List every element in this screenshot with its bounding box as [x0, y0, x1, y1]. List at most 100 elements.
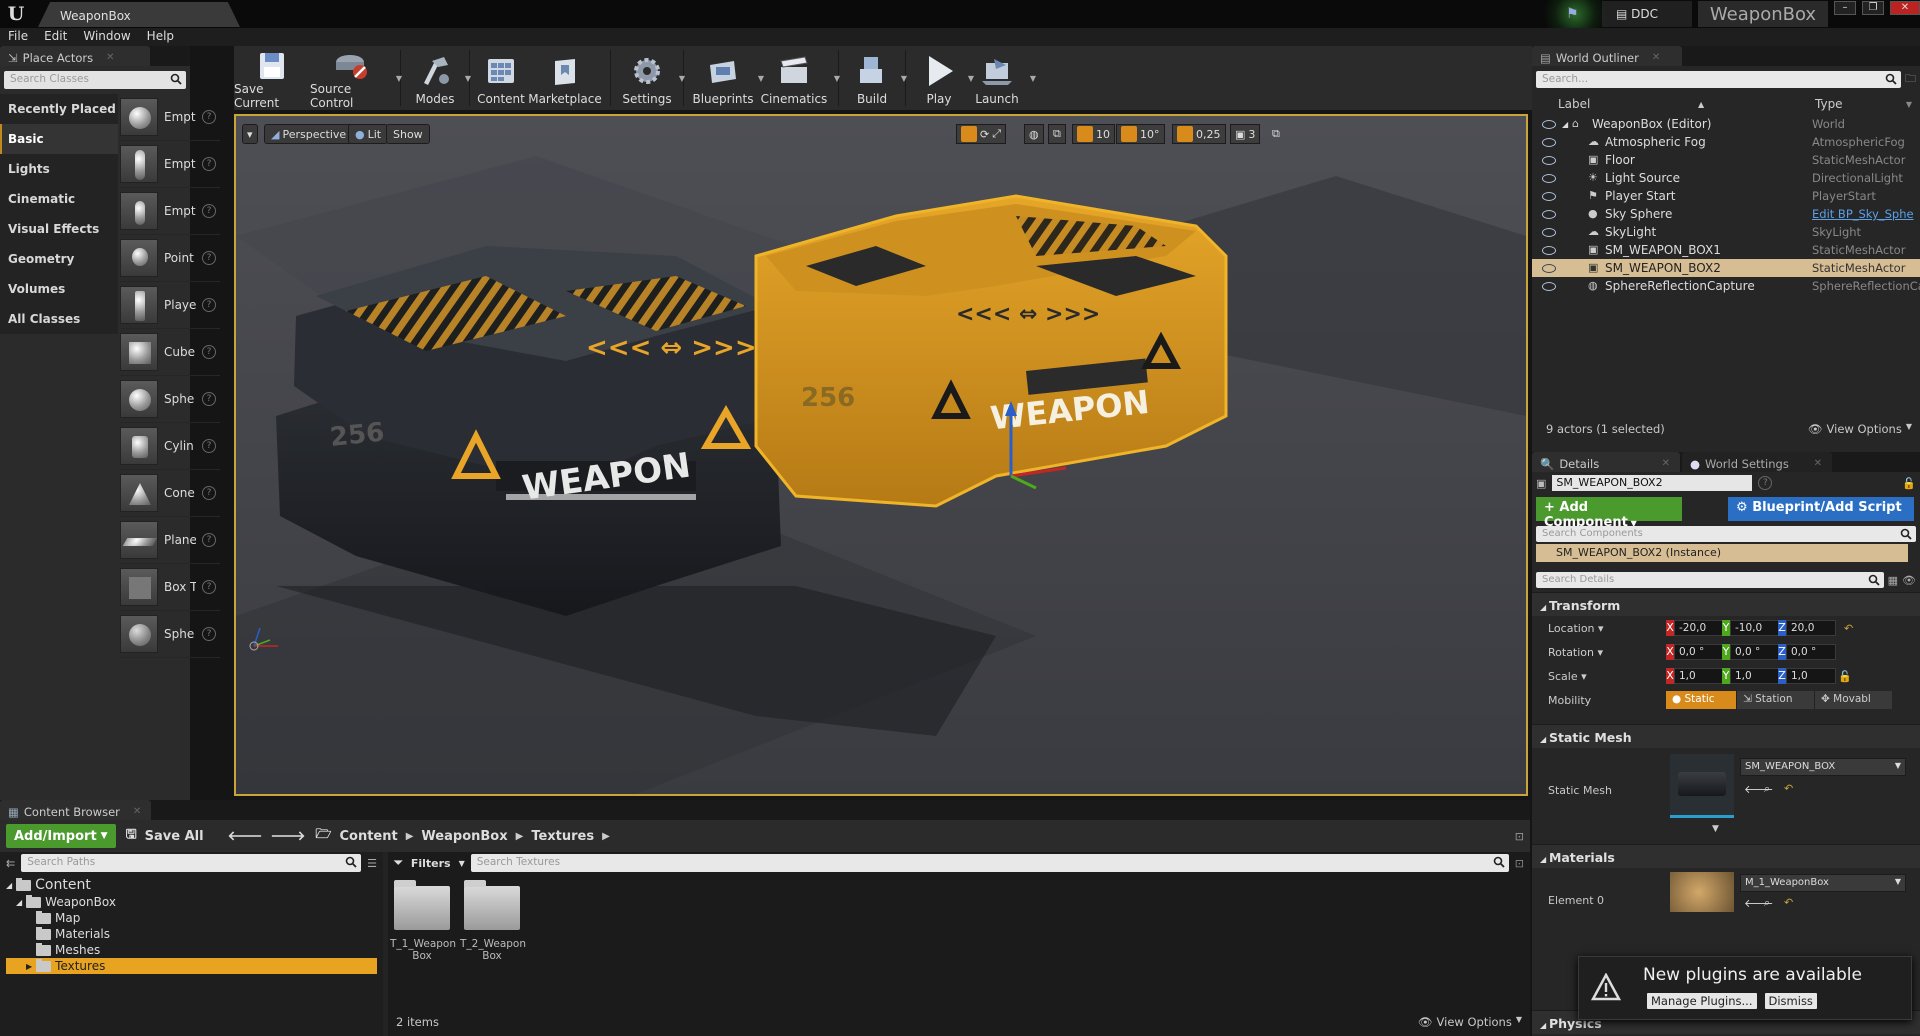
rotation-snap-value[interactable]: 10° [1140, 128, 1160, 141]
lit-button[interactable]: ● Lit [348, 124, 389, 144]
save-all-button[interactable]: 🖫 Save All [126, 825, 204, 847]
tree-item-weaponbox[interactable]: ◢ WeaponBox [6, 894, 383, 910]
show-button[interactable]: Show [386, 124, 430, 144]
scale-x[interactable]: X 1,0 [1666, 668, 1724, 684]
actor-item[interactable]: Empt? [120, 188, 220, 235]
play-button[interactable]: Play ▼ [912, 46, 974, 110]
outliner-row-sm-weapon-box1[interactable]: ▣ SM_WEAPON_BOX1 StaticMeshActor [1532, 241, 1920, 259]
outliner-search-input[interactable]: Search... [1536, 71, 1901, 88]
actor-item[interactable]: Empt? [120, 94, 220, 141]
scale-z[interactable]: Z 1,0 [1778, 668, 1836, 684]
outliner-row-sphere-reflection-capture[interactable]: ◍ SphereReflectionCapture SphereReflection… [1532, 277, 1920, 295]
outliner-row-skylight[interactable]: ☁ SkyLight SkyLight [1532, 223, 1920, 241]
tree-item-meshes[interactable]: Meshes [6, 942, 383, 958]
location-x[interactable]: X -20,0 [1666, 620, 1724, 636]
actor-item[interactable]: Sphe? [120, 611, 220, 658]
search-classes-input[interactable]: Search Classes [4, 71, 186, 89]
actor-item[interactable]: Cone? [120, 470, 220, 517]
static-mesh-section-header[interactable]: ◢ Static Mesh [1532, 724, 1920, 748]
actor-name-field[interactable]: SM_WEAPON_BOX2 [1552, 475, 1753, 491]
manage-plugins-button[interactable]: Manage Plugins... [1647, 993, 1757, 1009]
menu-file[interactable]: File [0, 28, 36, 44]
chevron-down-icon[interactable]: ▼ [465, 74, 471, 83]
chevron-down-icon[interactable]: ▼ [1030, 74, 1036, 83]
chevron-right-icon[interactable]: ▶ [516, 831, 524, 842]
help-icon[interactable]: ? [202, 533, 216, 547]
scale-x-field[interactable]: 1,0 [1674, 668, 1724, 684]
category-volumes[interactable]: Volumes [0, 274, 118, 304]
grid-snap-value[interactable]: 10 [1096, 128, 1110, 141]
outliner-row-sm-weapon-box2[interactable]: ▣ SM_WEAPON_BOX2 StaticMeshActor [1532, 259, 1920, 277]
grid-view-icon[interactable]: ▦ [1888, 574, 1898, 587]
scale-snap-toggle[interactable]: 0,25 [1172, 124, 1226, 144]
menu-help[interactable]: Help [139, 28, 182, 44]
browse-search-icon[interactable]: ⌕ [1764, 896, 1770, 910]
grid-snap-toggle[interactable]: 10 [1072, 124, 1115, 144]
expand-arrow-icon[interactable]: ◢ [1562, 120, 1568, 129]
content-button[interactable]: Content [476, 46, 526, 110]
component-instance-row[interactable]: SM_WEAPON_BOX2 (Instance) [1536, 544, 1908, 562]
expand-arrow-icon[interactable]: ◢ [16, 898, 22, 907]
transform-section-header[interactable]: ◢ Transform [1532, 592, 1920, 616]
source-tree-toggle-icon[interactable]: ⇇ [6, 857, 15, 870]
rotation-x-field[interactable]: 0,0 ° [1674, 644, 1724, 660]
outliner-row-player-start[interactable]: ⚑ Player Start PlayerStart [1532, 187, 1920, 205]
create-folder-icon[interactable]: 🗀 [1905, 70, 1916, 89]
surface-snap-button[interactable]: ⧉ [1048, 124, 1066, 144]
save-current-button[interactable]: Save Current [234, 46, 310, 110]
close-tab-icon[interactable]: ✕ [1652, 52, 1660, 63]
scale-z-field[interactable]: 1,0 [1786, 668, 1836, 684]
lock-icon[interactable]: 🔓 [1902, 477, 1916, 490]
chevron-right-icon[interactable]: ▶ [406, 831, 414, 842]
close-window-button[interactable]: ✕ [1890, 1, 1920, 15]
chevron-down-icon[interactable]: ▼ [679, 74, 685, 83]
eye-icon[interactable] [1542, 227, 1556, 237]
location-y[interactable]: Y -10,0 [1722, 620, 1780, 636]
menu-window[interactable]: Window [75, 28, 138, 44]
maximize-button[interactable]: ❐ [1862, 1, 1884, 15]
tree-item-materials[interactable]: Materials [6, 926, 383, 942]
actor-item[interactable]: Point? [120, 235, 220, 282]
rotation-y[interactable]: Y 0,0 ° [1722, 644, 1780, 660]
close-tab-icon[interactable]: ✕ [106, 52, 114, 63]
blueprint-add-script-button[interactable]: ⚙ Blueprint/Add Script [1728, 497, 1914, 521]
help-icon[interactable]: ? [202, 627, 216, 641]
rotation-label[interactable]: Rotation ▾ [1548, 646, 1603, 659]
eye-icon[interactable] [1542, 209, 1556, 219]
rotation-z[interactable]: Z 0,0 ° [1778, 644, 1836, 660]
scale-y-field[interactable]: 1,0 [1730, 668, 1780, 684]
help-icon[interactable]: ? [202, 580, 216, 594]
reset-arrow-icon[interactable]: ↶ [1784, 896, 1793, 909]
add-import-button[interactable]: Add/Import ▼ [6, 824, 116, 848]
asset-tile[interactable]: T_2_Weapon Box [460, 880, 526, 962]
eye-icon[interactable] [1542, 173, 1556, 183]
rotation-z-field[interactable]: 0,0 ° [1786, 644, 1836, 660]
level-viewport[interactable]: WEAPON 256 <<< ⇔ >>> WEAPON 256 <<< ⇔ >>… [234, 114, 1528, 796]
category-all-classes[interactable]: All Classes [0, 304, 118, 334]
breadcrumb-item[interactable]: Content [339, 829, 397, 844]
forward-arrow-icon[interactable]: 🡒 [270, 828, 305, 844]
mobility-movable-option[interactable]: ✥ Movabl [1814, 691, 1892, 709]
chevron-down-icon[interactable]: ▼ [396, 74, 402, 83]
category-recently-placed[interactable]: Recently Placed [0, 94, 118, 124]
material-thumbnail[interactable] [1670, 872, 1734, 912]
marketplace-button[interactable]: Marketplace [526, 46, 604, 110]
outliner-row-weaponbox-editor[interactable]: ◢ ⌂ WeaponBox (Editor) World [1532, 115, 1920, 133]
category-lights[interactable]: Lights [0, 154, 118, 184]
expand-arrow-icon[interactable]: ◢ [6, 881, 12, 890]
category-visual-effects[interactable]: Visual Effects [0, 214, 118, 244]
outliner-row-light-source[interactable]: ☀ Light Source DirectionalLight [1532, 169, 1920, 187]
location-z-field[interactable]: 20,0 [1786, 620, 1836, 636]
perspective-button[interactable]: ◢ Perspective [264, 124, 354, 144]
scale-y[interactable]: Y 1,0 [1722, 668, 1780, 684]
help-icon[interactable]: ? [202, 157, 216, 171]
ddc-indicator[interactable]: ▤ DDC [1602, 1, 1692, 27]
mobility-stationary-option[interactable]: ⇲ Station [1736, 691, 1814, 709]
dismiss-button[interactable]: Dismiss [1764, 993, 1817, 1009]
materials-section-header[interactable]: ◢ Materials [1532, 844, 1920, 868]
help-icon[interactable]: ? [202, 251, 216, 265]
material-dropdown[interactable]: M_1_WeaponBox ▼ [1740, 874, 1906, 892]
menu-edit[interactable]: Edit [36, 28, 75, 44]
eye-icon[interactable] [1542, 119, 1556, 129]
rotate-icon[interactable]: ⟳ [980, 128, 989, 141]
